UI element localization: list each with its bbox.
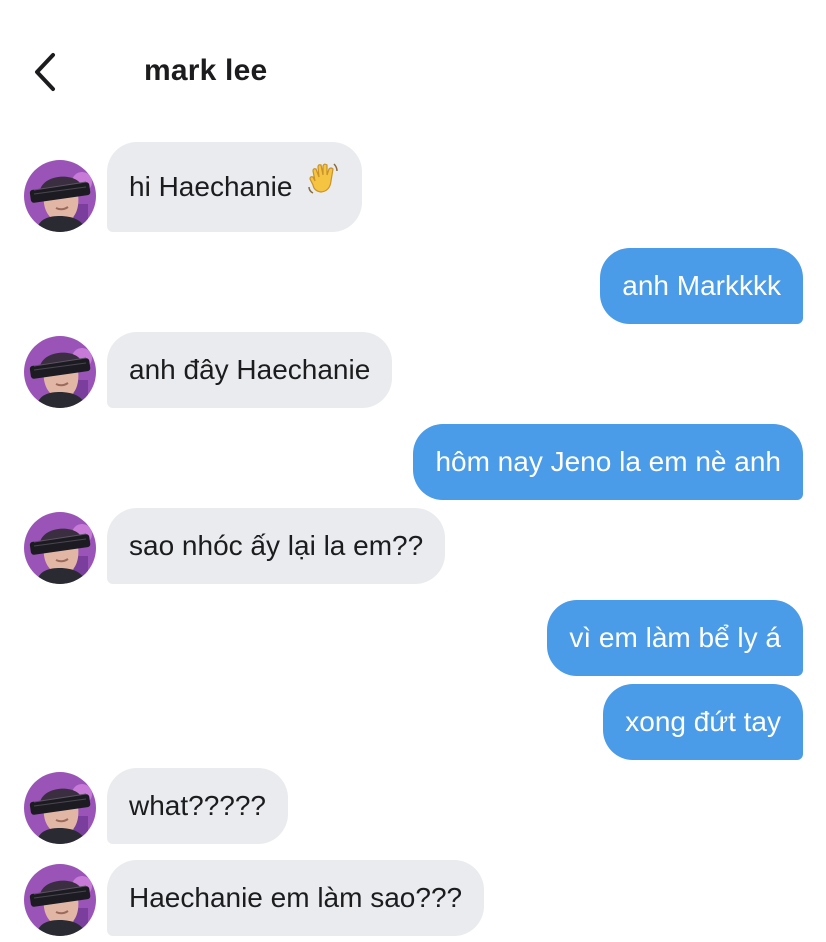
avatar[interactable] (24, 772, 96, 844)
avatar[interactable] (24, 512, 96, 584)
message-text: xong đứt tay (625, 706, 781, 737)
message-text: sao nhóc ấy lại la em?? (129, 530, 424, 561)
message-text: anh đây Haechanie (129, 354, 371, 385)
outgoing-message[interactable]: vì em làm bể ly á (547, 600, 803, 676)
message-text: Haechanie em làm sao??? (129, 882, 463, 913)
avatar[interactable] (24, 864, 96, 936)
message-text: hi Haechanie (129, 171, 293, 202)
avatar[interactable] (24, 160, 96, 232)
waving-hand-icon (306, 141, 340, 231)
incoming-message[interactable]: sao nhóc ấy lại la em?? (107, 508, 446, 584)
message-text: anh Markkkk (622, 270, 781, 301)
chevron-left-icon (35, 53, 55, 91)
outgoing-message[interactable]: xong đứt tay (603, 684, 803, 760)
contact-name: mark lee (144, 54, 268, 87)
incoming-message[interactable]: what????? (107, 768, 289, 844)
message-text: vì em làm bể ly á (569, 622, 781, 653)
outgoing-message[interactable]: anh Markkkk (600, 248, 803, 324)
chat-header: mark lee (0, 0, 826, 130)
avatar[interactable] (24, 336, 96, 408)
message-text: hôm nay Jeno la em nè anh (435, 446, 781, 477)
message-text: what????? (129, 790, 267, 821)
back-button[interactable] (22, 48, 66, 96)
incoming-message[interactable]: anh đây Haechanie (107, 332, 393, 408)
outgoing-message[interactable]: hôm nay Jeno la em nè anh (413, 424, 803, 500)
incoming-message[interactable]: hi Haechanie (107, 141, 363, 232)
incoming-message[interactable]: Haechanie em làm sao??? (107, 860, 485, 936)
